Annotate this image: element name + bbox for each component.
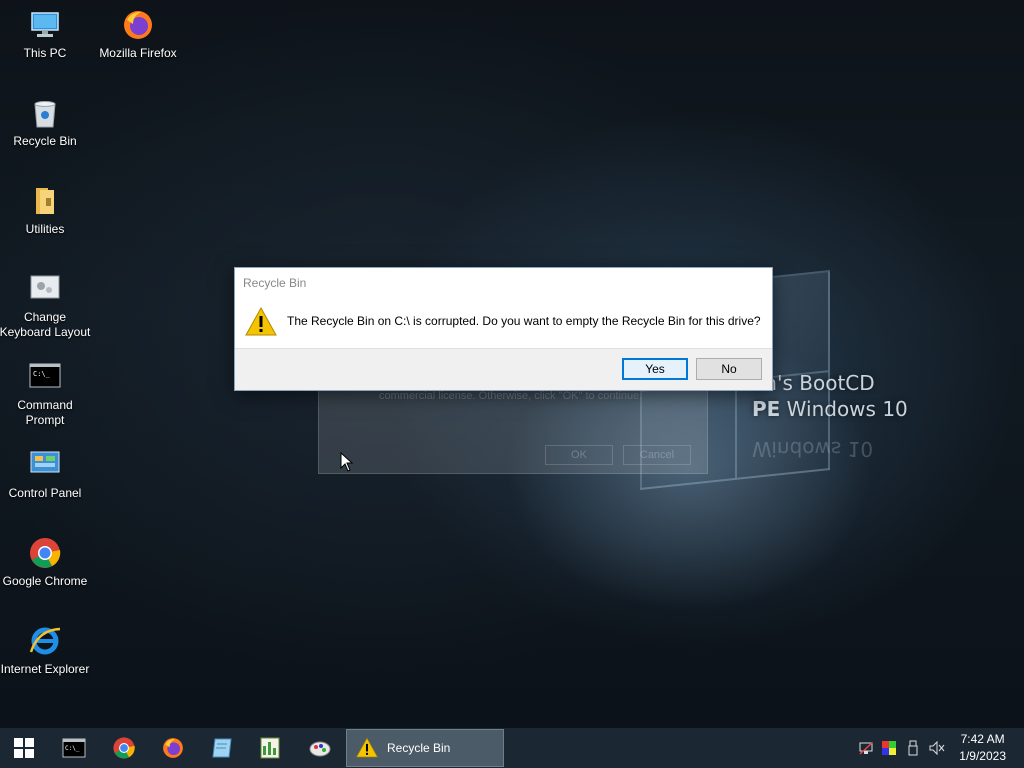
notepad-icon (212, 738, 232, 758)
start-button[interactable] (0, 728, 48, 768)
desktop-icon-this-pc[interactable]: This PC (0, 8, 93, 61)
wallpaper-pe: PE (752, 397, 781, 421)
desktop-icon-recycle-bin[interactable]: Recycle Bin (0, 96, 93, 149)
taskbar: C:\_ Recycle Bin 7:42 AM 1/9/2023 (0, 728, 1024, 768)
wallpaper-windows: Windows 10 (780, 397, 908, 421)
desktop-icon-label: This PC (23, 46, 67, 60)
desktop-icon-label: Command Prompt (17, 398, 73, 427)
command-prompt-icon: C:\_ (29, 363, 61, 388)
start-icon (14, 738, 34, 758)
usb-icon (908, 740, 918, 756)
tray-volume[interactable] (926, 728, 948, 768)
folder-icon (36, 188, 54, 214)
recycle-bin-dialog: Recycle Bin The Recycle Bin on C:\ is co… (234, 267, 773, 391)
desktop-icon-label: Change Keyboard Layout (0, 310, 91, 339)
background-ok-button: OK (545, 445, 613, 465)
color-icon (882, 741, 896, 755)
desktop-icon-label: Google Chrome (2, 574, 88, 588)
chrome-icon (30, 538, 61, 568)
firefox-icon (124, 11, 152, 39)
svg-text:C:\_: C:\_ (65, 745, 80, 752)
clock-time: 7:42 AM (960, 732, 1005, 746)
control-panel-icon (30, 451, 60, 473)
wallpaper-subtitle: PE Windows 10 (752, 396, 908, 422)
svg-text:C:\_: C:\_ (33, 370, 51, 378)
tray-color[interactable] (879, 728, 899, 768)
wallpaper-reflection: Windows 10 (752, 437, 874, 461)
command-prompt-icon: C:\_ (62, 738, 86, 758)
firefox-icon (163, 738, 183, 758)
dialog-message: The Recycle Bin on C:\ is corrupted. Do … (287, 314, 761, 328)
tray-network[interactable] (856, 728, 876, 768)
desktop-icon-control-panel[interactable]: Control Panel (0, 448, 93, 501)
clock-date: 1/9/2023 (959, 749, 1006, 763)
spreadsheet-icon (260, 737, 280, 759)
yes-button[interactable]: Yes (622, 358, 688, 380)
taskbar-clock[interactable]: 7:42 AM 1/9/2023 (959, 731, 1006, 765)
desktop-icon-internet-explorer[interactable]: Internet Explorer (0, 624, 93, 677)
desktop-icon-label: Recycle Bin (13, 134, 77, 148)
internet-explorer-icon (29, 627, 61, 655)
wallpaper-title: en's BootCD (752, 371, 875, 395)
taskbar-firefox[interactable] (149, 728, 197, 768)
mouse-cursor-icon (340, 452, 354, 472)
taskbar-chrome[interactable] (100, 728, 148, 768)
desktop-icon-label: Mozilla Firefox (99, 46, 177, 60)
taskbar-spreadsheet[interactable] (246, 728, 294, 768)
warning-icon (245, 306, 277, 336)
wallpaper-text: en's BootCD PE Windows 10 (752, 370, 908, 422)
taskbar-command-prompt[interactable]: C:\_ (50, 728, 98, 768)
no-button[interactable]: No (696, 358, 762, 380)
warning-icon (356, 737, 378, 758)
desktop-icon-label: Internet Explorer (0, 662, 90, 676)
dialog-title: Recycle Bin (243, 276, 307, 290)
taskbar-recycle-bin-window[interactable]: Recycle Bin (346, 729, 504, 767)
network-icon (859, 742, 873, 755)
taskbar-window-label: Recycle Bin (387, 741, 451, 755)
volume-muted-icon (929, 740, 945, 756)
tray-usb[interactable] (903, 728, 923, 768)
desktop-icon-utilities[interactable]: Utilities (0, 184, 93, 237)
chrome-icon (113, 737, 135, 759)
background-cancel-button: Cancel (623, 445, 691, 465)
keyboard-layout-icon (30, 275, 60, 299)
this-pc-icon (31, 12, 59, 37)
desktop-icon-google-chrome[interactable]: Google Chrome (0, 536, 93, 589)
desktop-icon-label: Utilities (25, 222, 65, 236)
desktop-icon-change-keyboard-layout[interactable]: Change Keyboard Layout (0, 272, 93, 340)
desktop-icon-firefox[interactable]: Mozilla Firefox (90, 8, 186, 61)
recycle-bin-icon (34, 101, 56, 128)
dialog-footer: Yes No (235, 348, 772, 390)
desktop-icon-command-prompt[interactable]: C:\_ Command Prompt (0, 360, 93, 428)
taskbar-paint[interactable] (296, 728, 344, 768)
taskbar-notepad[interactable] (198, 728, 246, 768)
desktop-icon-label: Control Panel (8, 486, 82, 500)
paint-icon (309, 741, 331, 757)
